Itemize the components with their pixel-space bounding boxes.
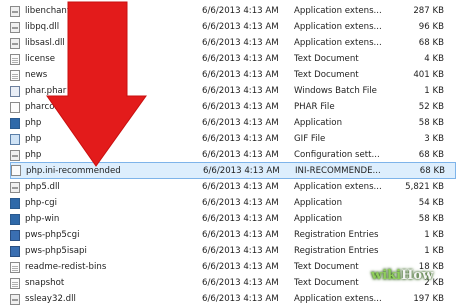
file-size: 197 KB bbox=[413, 294, 444, 304]
file-type: Application extens... bbox=[294, 294, 382, 304]
watermark-wiki: wiki bbox=[371, 268, 402, 283]
wikihow-watermark: wikiHow bbox=[371, 268, 433, 283]
watermark-how: How bbox=[401, 268, 434, 283]
dll-file-icon bbox=[10, 293, 20, 305]
file-row[interactable]: ssleay32.dll 6/6/2013 4:13 AM Applicatio… bbox=[10, 292, 456, 306]
red-down-arrow-icon bbox=[46, 1, 147, 167]
file-name: ssleay32.dll bbox=[25, 294, 76, 304]
file-date: 6/6/2013 4:13 AM bbox=[202, 294, 279, 304]
